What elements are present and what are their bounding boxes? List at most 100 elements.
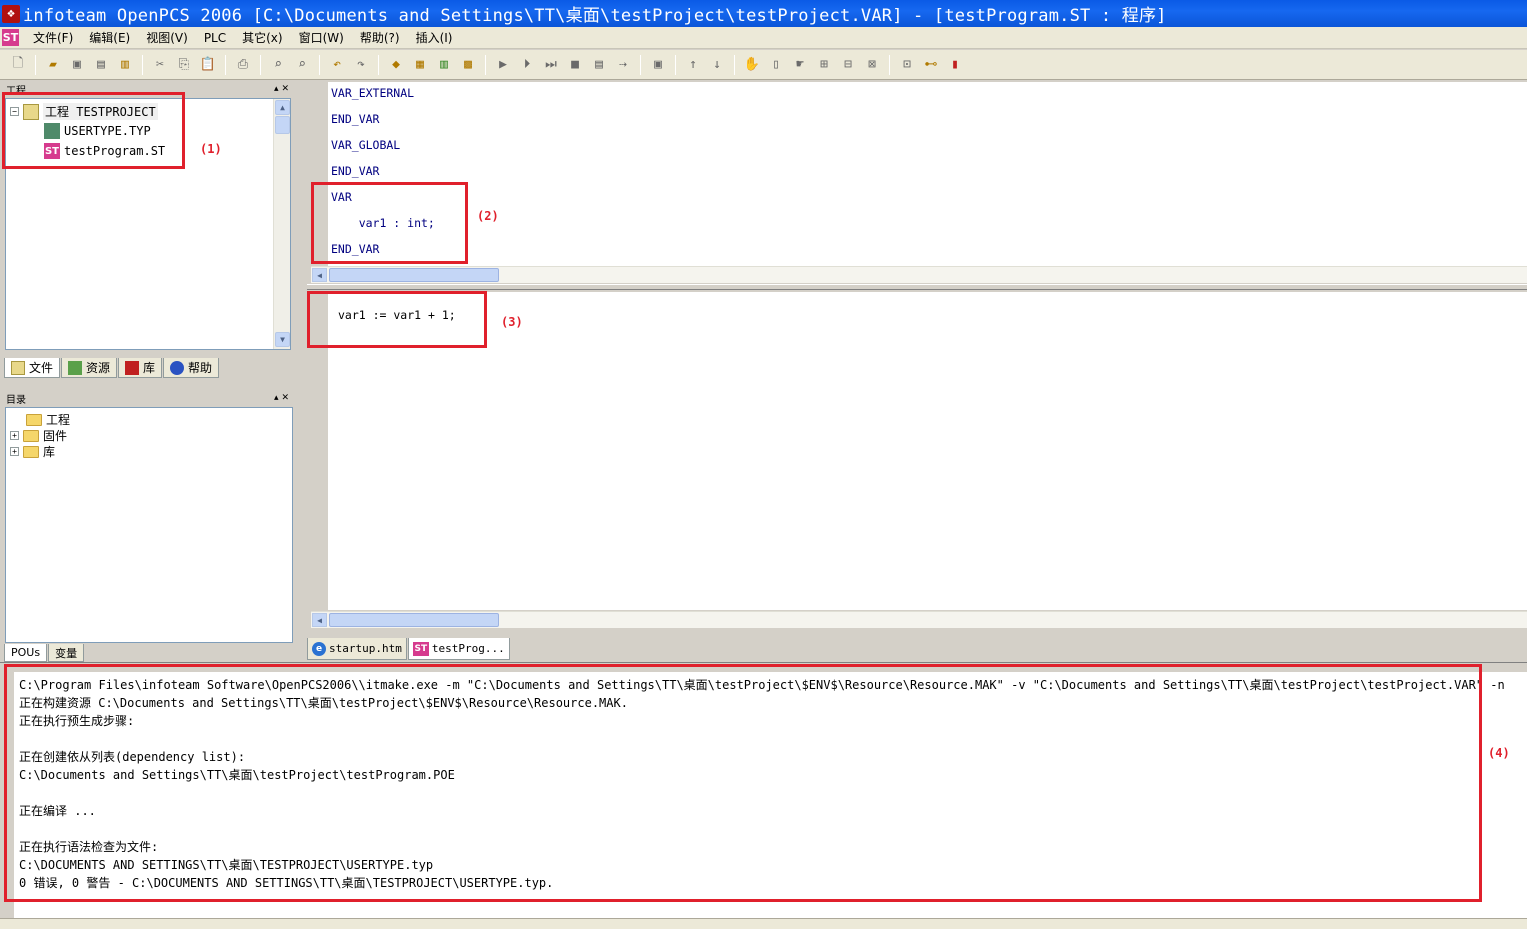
expand-icon[interactable]: + (10, 447, 19, 456)
resource-icon[interactable]: ▥ (434, 55, 454, 75)
annotation-label-2: (2) (477, 209, 499, 223)
tab-pous[interactable]: POUs (4, 644, 48, 662)
tab-testprogram[interactable]: ST testProg... (407, 638, 510, 660)
scroll-down-icon[interactable]: ▼ (275, 332, 290, 347)
catalog-item-library[interactable]: + 库 (10, 443, 55, 460)
scroll-left-icon[interactable]: ◀ (312, 613, 327, 627)
output-window[interactable]: C:\Program Files\infoteam Software\OpenP… (14, 672, 1527, 918)
catalog-item-firmware[interactable]: + 固件 (10, 427, 67, 444)
run-icon[interactable]: ▶ (493, 55, 513, 75)
menu-other[interactable]: 其它(x) (234, 29, 290, 46)
tab-help[interactable]: 帮助 (163, 358, 220, 378)
code-line: END_VAR (331, 112, 380, 126)
tab-startup-htm[interactable]: e startup.htm (307, 638, 407, 660)
pointer-icon[interactable]: ☛ (790, 55, 810, 75)
menu-insert[interactable]: 插入(I) (408, 29, 461, 46)
folder-icon (23, 445, 39, 458)
menu-window[interactable]: 窗口(W) (291, 29, 352, 46)
step-over-icon[interactable]: ⏭ (541, 55, 561, 75)
folder-icon (23, 429, 39, 442)
stop-icon[interactable]: ■ (565, 55, 585, 75)
tab-library[interactable]: 库 (118, 358, 163, 378)
body-editor[interactable]: var1 := var1 + 1; (328, 292, 1527, 610)
tree-item-testprogram[interactable]: ST testProgram.ST (44, 143, 165, 159)
find-icon[interactable]: ⌕ (268, 55, 288, 75)
undo-icon[interactable]: ↶ (327, 55, 347, 75)
monitor-icon[interactable]: ▣ (648, 55, 668, 75)
project-panel-tabs: 文件 资源 库 帮助 (4, 358, 220, 378)
book-icon[interactable]: ▮ (945, 55, 965, 75)
copy-icon[interactable]: ⎘ (174, 55, 194, 75)
catalog-item-project[interactable]: 工程 (26, 411, 70, 428)
menu-file[interactable]: 文件(F) (25, 29, 81, 46)
files-tab-icon (11, 360, 25, 375)
tree-root[interactable]: − 工程 TESTPROJECT (10, 103, 158, 120)
new-file-icon[interactable]: 🗋 (8, 55, 28, 75)
panel-controls[interactable]: ▴✕ (274, 84, 292, 94)
declaration-hscrollbar[interactable]: ◀ (311, 266, 1527, 283)
branch-icon[interactable]: ⊞ (814, 55, 834, 75)
browser-icon: e (312, 641, 326, 656)
connect-icon[interactable]: ⊠ (862, 55, 882, 75)
tab-files[interactable]: 文件 (4, 358, 61, 378)
menu-view[interactable]: 视图(V) (138, 29, 196, 46)
menu-help[interactable]: 帮助(?) (352, 29, 408, 46)
save-icon[interactable]: ▣ (67, 55, 87, 75)
collapse-icon[interactable]: − (10, 107, 19, 116)
catalog-panel-title: 目录 (6, 394, 26, 406)
menu-plc[interactable]: PLC (196, 31, 234, 45)
output-splitter[interactable] (0, 662, 1527, 670)
openpcs-app-icon[interactable]: ❖ (2, 4, 20, 23)
tab-variables[interactable]: 变量 (48, 644, 85, 662)
chip-icon[interactable]: ⊡ (897, 55, 917, 75)
tree-root-label: 工程 TESTPROJECT (43, 103, 158, 120)
annotation-label-1: (1) (200, 142, 222, 156)
step-icon[interactable]: ⏵ (517, 55, 537, 75)
menu-edit[interactable]: 编辑(E) (81, 29, 138, 46)
print-icon[interactable]: ⎙ (233, 55, 253, 75)
redo-icon[interactable]: ↷ (351, 55, 371, 75)
scroll-up-icon[interactable]: ▲ (275, 100, 290, 115)
help-tab-icon (170, 360, 185, 375)
cut-icon[interactable]: ✂ (150, 55, 170, 75)
block-icon[interactable]: ⊟ (838, 55, 858, 75)
build-icon[interactable]: ▦ (410, 55, 430, 75)
tab-resources[interactable]: 资源 (61, 358, 118, 378)
body-gutter (309, 292, 328, 628)
title-bar: ❖ infoteam OpenPCS 2006 [C:\Documents an… (0, 0, 1527, 27)
tab-label: 库 (143, 361, 156, 375)
output-line: C:\Program Files\infoteam Software\OpenP… (19, 678, 1505, 692)
toolbar-separator (889, 54, 890, 75)
editor-splitter[interactable] (307, 284, 1527, 290)
body-hscrollbar[interactable]: ◀ (311, 611, 1527, 628)
paste-icon[interactable]: 📋 (198, 55, 218, 75)
tree-item-label: USERTYPE.TYP (64, 124, 151, 138)
folder-icon (26, 413, 42, 426)
st-document-icon[interactable]: ST (2, 29, 19, 46)
page-icon[interactable]: ▯ (766, 55, 786, 75)
arrow-down-icon[interactable]: ↓ (707, 55, 727, 75)
code-line: VAR_GLOBAL (331, 138, 401, 152)
tree-item-usertype[interactable]: USERTYPE.TYP (44, 123, 151, 139)
open-folder-icon[interactable]: ▰ (43, 55, 63, 75)
print-preview-icon[interactable]: ▥ (115, 55, 135, 75)
compile-icon[interactable]: ◆ (386, 55, 406, 75)
project-tree-scrollbar[interactable]: ▲ ▼ (273, 99, 290, 349)
scroll-thumb[interactable] (275, 116, 290, 134)
declaration-editor[interactable]: VAR_EXTERNAL END_VAR VAR_GLOBAL END_VAR … (328, 82, 1527, 266)
panel-controls[interactable]: ▴✕ (274, 393, 292, 403)
save-all-icon[interactable]: ▤ (91, 55, 111, 75)
scroll-left-icon[interactable]: ◀ (312, 268, 327, 282)
tab-label: 帮助 (188, 361, 213, 375)
arrow-up-icon[interactable]: ↑ (683, 55, 703, 75)
goto-icon[interactable]: ⇢ (613, 55, 633, 75)
toolbar-separator (640, 54, 641, 75)
document-icon[interactable]: ▤ (589, 55, 609, 75)
download-icon[interactable]: ▩ (458, 55, 478, 75)
hand-icon[interactable]: ✋ (742, 55, 762, 75)
scroll-thumb[interactable] (329, 613, 499, 627)
find-next-icon[interactable]: ⌕ (292, 55, 312, 75)
scroll-thumb[interactable] (329, 268, 499, 282)
expand-icon[interactable]: + (10, 431, 19, 440)
plug-icon[interactable]: ⊷ (921, 55, 941, 75)
